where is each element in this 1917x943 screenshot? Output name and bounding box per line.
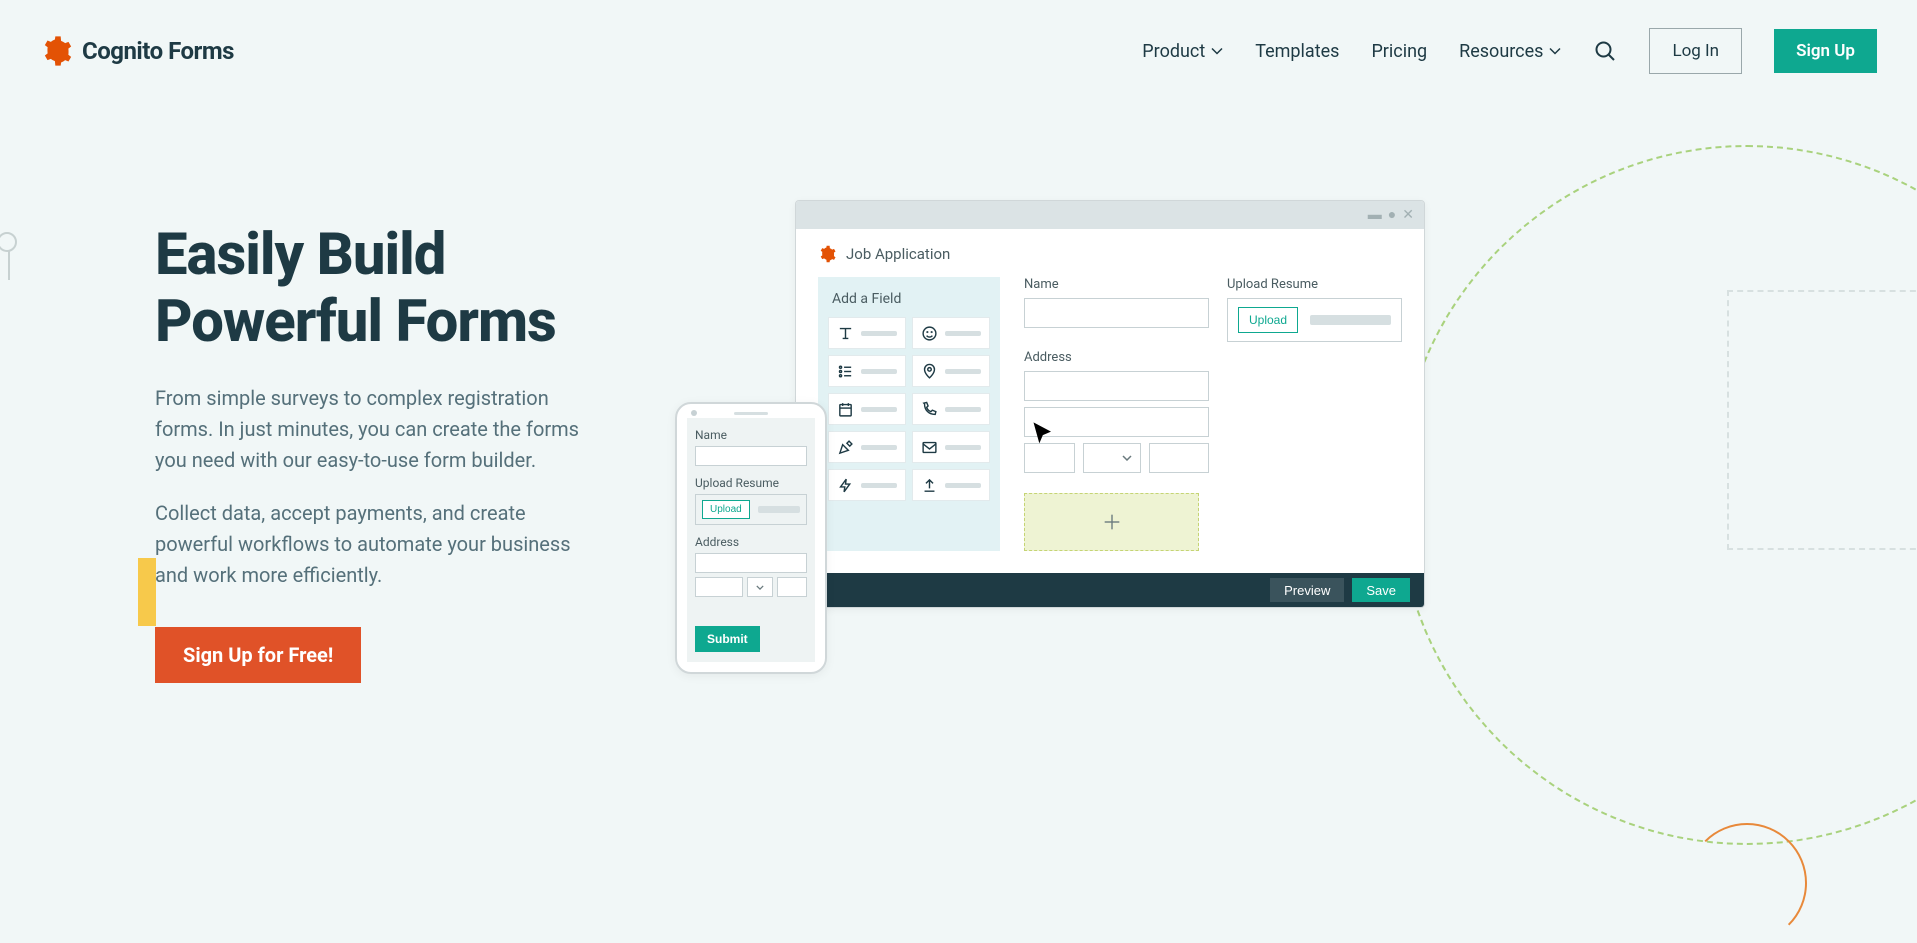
phone-submit-button[interactable]: Submit [695, 626, 760, 652]
hero-paragraph-1: From simple surveys to complex registrat… [155, 383, 605, 476]
nav-product-label: Product [1142, 41, 1205, 62]
form-input-zip[interactable] [1149, 443, 1209, 473]
phone-speaker-icon [734, 412, 768, 415]
phone-select-state[interactable] [747, 577, 773, 597]
brand-logo[interactable]: Cognito Forms [40, 35, 234, 67]
phone-label-address: Address [695, 535, 807, 549]
form-label-upload: Upload Resume [1227, 277, 1402, 292]
nav-resources-label: Resources [1459, 41, 1543, 62]
nav-pricing-label: Pricing [1371, 41, 1427, 62]
phone-upload-bar [758, 506, 800, 513]
window-maximize-icon: ● [1388, 208, 1396, 222]
search-icon[interactable] [1593, 39, 1617, 63]
gear-icon [40, 35, 72, 67]
field-type-email[interactable] [912, 431, 990, 463]
hero-paragraph-2: Collect data, accept payments, and creat… [155, 498, 605, 591]
add-field-panel: Add a Field [818, 277, 1000, 551]
add-field-title: Add a Field [828, 291, 990, 307]
upload-placeholder-bar [1310, 315, 1391, 325]
add-field-dropzone[interactable] [1024, 493, 1199, 551]
phone-input-zip[interactable] [777, 577, 807, 597]
chevron-down-icon [1211, 47, 1223, 55]
phone-mockup: Name Upload Resume Upload Address [675, 402, 827, 674]
window-title-bar: ▬ ● ✕ [796, 201, 1424, 229]
phone-upload-button[interactable]: Upload [702, 500, 750, 519]
field-type-upload[interactable] [912, 469, 990, 501]
site-header: Cognito Forms Product Templates Pricing … [0, 0, 1917, 102]
field-type-location[interactable] [912, 355, 990, 387]
phone-label-upload: Upload Resume [695, 476, 807, 490]
nav-templates[interactable]: Templates [1255, 41, 1339, 62]
plus-icon [1101, 511, 1123, 533]
form-input-name[interactable] [1024, 298, 1209, 328]
chevron-down-icon [1122, 455, 1132, 461]
window-close-icon: ✕ [1402, 208, 1414, 222]
form-upload-box: Upload [1227, 298, 1402, 342]
field-type-signature[interactable] [828, 431, 906, 463]
builder-footer: Preview Save [796, 573, 1424, 607]
nav-resources[interactable]: Resources [1459, 41, 1561, 62]
nav-product[interactable]: Product [1142, 41, 1223, 62]
field-type-choice[interactable] [828, 355, 906, 387]
form-select-state[interactable] [1083, 443, 1142, 473]
cursor-icon [1030, 420, 1058, 448]
preview-button[interactable]: Preview [1270, 578, 1344, 602]
builder-title: Job Application [846, 245, 950, 263]
hero-copy: Easily Build Powerful Forms From simple … [155, 222, 635, 683]
field-type-rating[interactable] [912, 317, 990, 349]
field-type-phone[interactable] [912, 393, 990, 425]
field-type-date[interactable] [828, 393, 906, 425]
nav-templates-label: Templates [1255, 41, 1339, 62]
form-label-address: Address [1024, 350, 1209, 365]
login-button[interactable]: Log In [1649, 28, 1742, 74]
cta-signup-free-button[interactable]: Sign Up for Free! [155, 627, 361, 683]
save-button[interactable]: Save [1352, 578, 1410, 602]
brand-name: Cognito Forms [82, 37, 234, 65]
phone-input-address[interactable] [695, 553, 807, 573]
gear-icon [818, 245, 836, 263]
hero-title-line1: Easily Build [155, 221, 445, 289]
builder-window: ▬ ● ✕ Job Application Add a Field [795, 200, 1425, 608]
form-input-address-line1[interactable] [1024, 371, 1209, 401]
nav-pricing[interactable]: Pricing [1371, 41, 1427, 62]
signup-button[interactable]: Sign Up [1774, 29, 1877, 73]
upload-button[interactable]: Upload [1238, 307, 1298, 333]
phone-input-city[interactable] [695, 577, 743, 597]
form-label-name: Name [1024, 277, 1209, 292]
hero-section: Easily Build Powerful Forms From simple … [0, 102, 1917, 683]
hero-illustration: ▬ ● ✕ Job Application Add a Field [675, 222, 1762, 683]
phone-input-name[interactable] [695, 446, 807, 466]
chevron-down-icon [1549, 47, 1561, 55]
form-preview-area: Name Address [1024, 277, 1402, 551]
decor-orange-arc [1687, 823, 1807, 943]
phone-upload-box: Upload [695, 494, 807, 525]
phone-camera-icon [691, 410, 697, 416]
field-type-text[interactable] [828, 317, 906, 349]
hero-title: Easily Build Powerful Forms [155, 222, 635, 355]
chevron-down-icon [756, 585, 764, 590]
window-minimize-icon: ▬ [1368, 208, 1382, 222]
field-type-calculation[interactable] [828, 469, 906, 501]
phone-label-name: Name [695, 428, 807, 442]
hero-title-line2: Powerful Forms [155, 288, 556, 356]
main-nav: Product Templates Pricing Resources Log … [1142, 28, 1877, 74]
